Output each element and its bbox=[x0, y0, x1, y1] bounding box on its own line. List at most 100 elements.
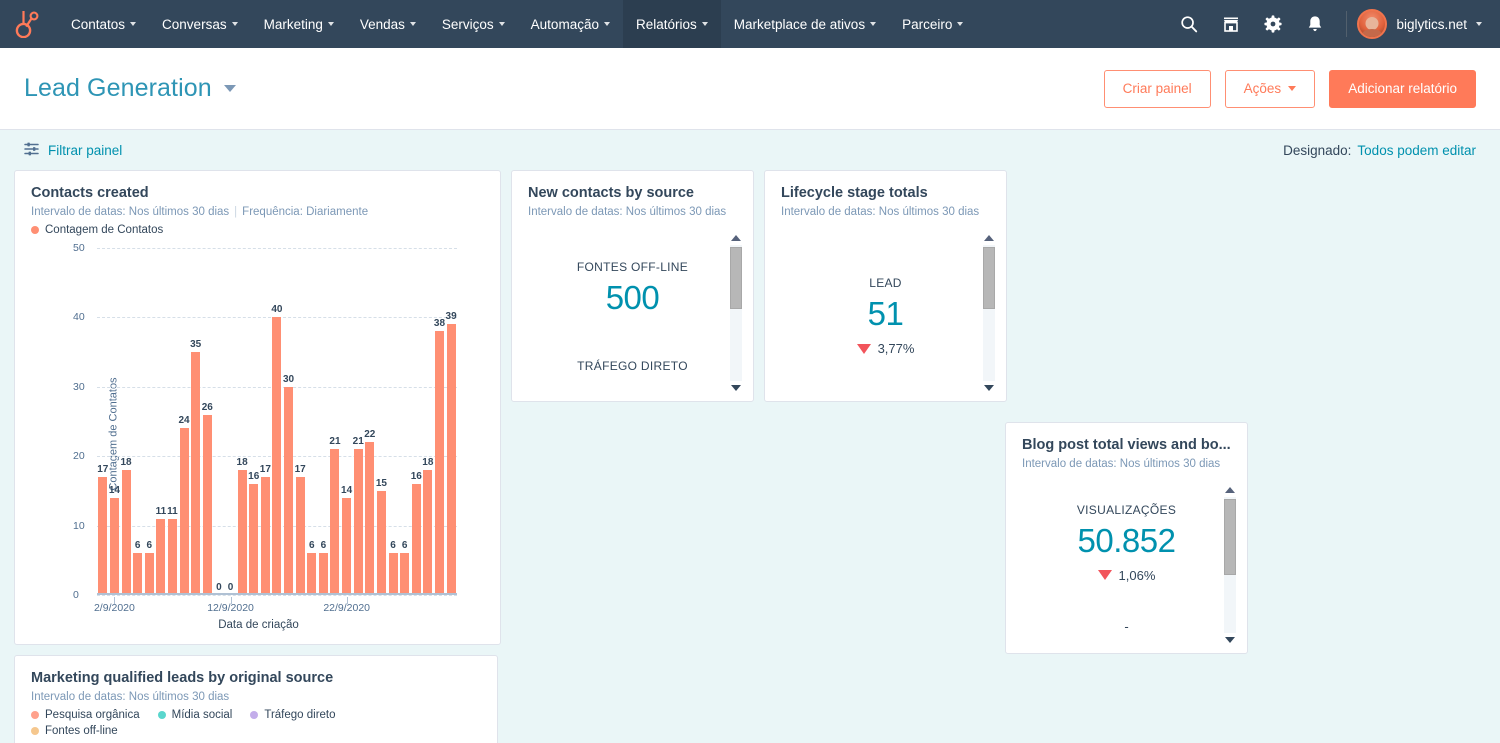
bar-column[interactable]: 18 bbox=[120, 248, 132, 595]
bar[interactable] bbox=[237, 470, 247, 595]
nav-item-vendas[interactable]: Vendas bbox=[347, 0, 429, 48]
bar[interactable] bbox=[179, 428, 189, 595]
bar-column[interactable]: 6 bbox=[132, 248, 144, 595]
gear-icon[interactable] bbox=[1252, 0, 1294, 48]
search-icon[interactable] bbox=[1168, 0, 1210, 48]
add-report-button[interactable]: Adicionar relatório bbox=[1329, 69, 1476, 108]
bar-column[interactable]: 16 bbox=[410, 248, 422, 595]
actions-dropdown-button[interactable]: Ações bbox=[1224, 69, 1316, 108]
bar-column[interactable]: 17 bbox=[294, 248, 306, 595]
card-lifecycle-stage-totals[interactable]: Lifecycle stage totals Intervalo de data… bbox=[764, 170, 1007, 402]
legend-item[interactable]: Pesquisa orgânica bbox=[31, 709, 140, 721]
hubspot-sprocket-logo[interactable] bbox=[10, 7, 44, 41]
bar[interactable] bbox=[330, 449, 340, 595]
assigned-value-link[interactable]: Todos podem editar bbox=[1357, 143, 1476, 158]
card-contacts-created[interactable]: Contacts created Intervalo de datas: Nos… bbox=[14, 170, 501, 645]
marketplace-icon[interactable] bbox=[1210, 0, 1252, 48]
bar-column[interactable]: 6 bbox=[143, 248, 155, 595]
legend-item[interactable]: Fontes off-line bbox=[31, 725, 118, 737]
bar[interactable] bbox=[202, 414, 212, 595]
bar[interactable] bbox=[342, 497, 352, 595]
scroll-down-arrow-icon[interactable] bbox=[731, 385, 741, 391]
legend-item[interactable]: Mídia social bbox=[157, 709, 232, 721]
scroll-up-arrow-icon[interactable] bbox=[984, 235, 994, 241]
bar-column[interactable]: 6 bbox=[306, 248, 318, 595]
nav-item-marketplace-de-ativos[interactable]: Marketplace de ativos bbox=[721, 0, 889, 48]
bar-column[interactable]: 24 bbox=[178, 248, 190, 595]
bar-column[interactable]: 6 bbox=[387, 248, 399, 595]
bar[interactable] bbox=[249, 483, 259, 595]
bar-column[interactable]: 16 bbox=[248, 248, 260, 595]
bar[interactable] bbox=[353, 449, 363, 595]
bar-column[interactable]: 17 bbox=[260, 248, 272, 595]
scrollbar-thumb[interactable] bbox=[1224, 499, 1236, 575]
nav-item-relatorios[interactable]: Relatórios bbox=[622, 0, 721, 48]
legend-item[interactable]: Contagem de Contatos bbox=[31, 224, 163, 236]
bar[interactable] bbox=[388, 553, 398, 595]
scroll-up-arrow-icon[interactable] bbox=[1225, 487, 1235, 493]
bar[interactable] bbox=[446, 324, 456, 595]
vertical-scrollbar[interactable] bbox=[1221, 485, 1239, 645]
bar-column[interactable]: 0 bbox=[213, 248, 225, 595]
bar-column[interactable]: 18 bbox=[422, 248, 434, 595]
nav-item-contatos[interactable]: Contatos bbox=[58, 0, 149, 48]
bar-column[interactable]: 11 bbox=[155, 248, 167, 595]
bar-column[interactable]: 35 bbox=[190, 248, 202, 595]
bar[interactable] bbox=[272, 317, 282, 595]
nav-item-parceiro[interactable]: Parceiro bbox=[889, 0, 976, 48]
nav-item-servicos[interactable]: Serviços bbox=[429, 0, 518, 48]
bar-column[interactable]: 39 bbox=[445, 248, 457, 595]
nav-item-automacao[interactable]: Automação bbox=[518, 0, 623, 48]
bar-column[interactable]: 22 bbox=[364, 248, 376, 595]
bar-column[interactable]: 0 bbox=[225, 248, 237, 595]
account-menu[interactable]: biglytics.net bbox=[1357, 9, 1486, 39]
bar[interactable] bbox=[156, 518, 166, 595]
bell-icon[interactable] bbox=[1294, 0, 1336, 48]
bar[interactable] bbox=[376, 490, 386, 595]
create-dashboard-button[interactable]: Criar painel bbox=[1103, 69, 1211, 108]
bar[interactable] bbox=[144, 553, 154, 595]
scrollbar-thumb[interactable] bbox=[983, 247, 995, 309]
scroll-down-arrow-icon[interactable] bbox=[984, 385, 994, 391]
vertical-scrollbar[interactable] bbox=[727, 233, 745, 393]
bar-column[interactable]: 18 bbox=[236, 248, 248, 595]
vertical-scrollbar[interactable] bbox=[980, 233, 998, 393]
bar[interactable] bbox=[411, 483, 421, 595]
bar-column[interactable]: 6 bbox=[399, 248, 411, 595]
bar[interactable] bbox=[307, 553, 317, 595]
scroll-down-arrow-icon[interactable] bbox=[1225, 637, 1235, 643]
bar[interactable] bbox=[423, 470, 433, 595]
bar[interactable] bbox=[284, 386, 294, 595]
bar[interactable] bbox=[295, 477, 305, 595]
bar-column[interactable]: 30 bbox=[283, 248, 295, 595]
bar-column[interactable]: 11 bbox=[167, 248, 179, 595]
bar[interactable] bbox=[98, 477, 108, 595]
bar-column[interactable]: 40 bbox=[271, 248, 283, 595]
bar[interactable] bbox=[109, 497, 119, 595]
bar-column[interactable]: 21 bbox=[329, 248, 341, 595]
bar-column[interactable]: 14 bbox=[341, 248, 353, 595]
bar[interactable] bbox=[121, 470, 131, 595]
bar-column[interactable]: 38 bbox=[434, 248, 446, 595]
card-blog-post-total-views[interactable]: Blog post total views and bo... Interval… bbox=[1005, 422, 1248, 654]
nav-item-marketing[interactable]: Marketing bbox=[251, 0, 347, 48]
bar-column[interactable]: 14 bbox=[109, 248, 121, 595]
nav-item-conversas[interactable]: Conversas bbox=[149, 0, 251, 48]
bar[interactable] bbox=[318, 553, 328, 595]
scrollbar-thumb[interactable] bbox=[730, 247, 742, 309]
bar-column[interactable]: 6 bbox=[318, 248, 330, 595]
legend-item[interactable]: Tráfego direto bbox=[250, 709, 336, 721]
scroll-up-arrow-icon[interactable] bbox=[731, 235, 741, 241]
dashboard-selector[interactable]: Lead Generation bbox=[24, 74, 236, 103]
filter-dashboard-button[interactable]: Filtrar painel bbox=[24, 142, 122, 159]
bar[interactable] bbox=[365, 442, 375, 595]
bar[interactable] bbox=[400, 553, 410, 595]
bar[interactable] bbox=[434, 331, 444, 595]
bar-column[interactable]: 21 bbox=[352, 248, 364, 595]
bar-column[interactable]: 17 bbox=[97, 248, 109, 595]
bar-column[interactable]: 15 bbox=[376, 248, 388, 595]
bar[interactable] bbox=[133, 553, 143, 595]
bar-column[interactable]: 26 bbox=[201, 248, 213, 595]
card-mql-by-original-source[interactable]: Marketing qualified leads by original so… bbox=[14, 655, 498, 743]
bar[interactable] bbox=[191, 352, 201, 595]
